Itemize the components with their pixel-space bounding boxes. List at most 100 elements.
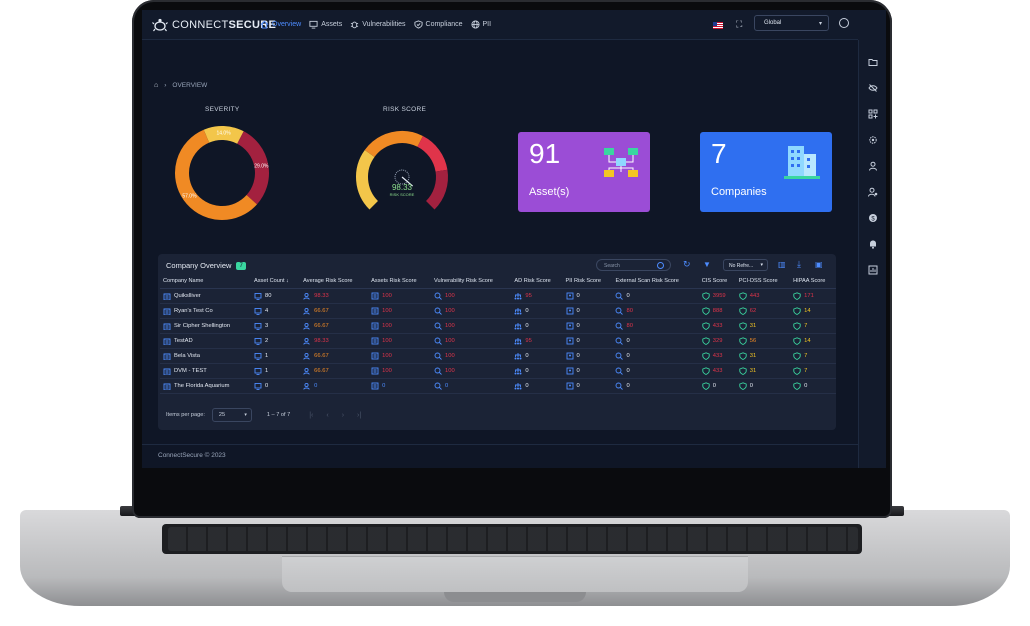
company-icon — [163, 383, 171, 390]
columns-icon[interactable]: ▥ — [778, 260, 787, 269]
company-name[interactable]: TestAD — [174, 338, 193, 344]
cis-score-icon — [702, 381, 710, 390]
filter-icon[interactable]: ▼ — [703, 260, 712, 269]
table-cell-avg: 0 — [300, 378, 369, 394]
ad-value: 95 — [525, 292, 532, 299]
hipaa-score-icon — [793, 306, 801, 315]
company-icon — [163, 338, 171, 345]
table-cell-pii: 0 — [562, 333, 613, 349]
cis-score-icon — [702, 336, 710, 345]
apps-add-icon[interactable] — [868, 106, 878, 119]
company-name[interactable]: Ryan's Test Co — [174, 308, 213, 314]
nav-assets[interactable]: Assets — [309, 20, 342, 29]
table-row[interactable]: DVM - TEST 1 66.67 100 100 0 0 0 433 31 7 — [160, 363, 836, 379]
ad-score-icon — [514, 352, 522, 359]
table-cell-assets: 100 — [368, 363, 432, 379]
severity-title: SEVERITY — [205, 106, 240, 113]
assets-value: 100 — [382, 322, 392, 329]
column-header[interactable]: Vulnerability Risk Score — [431, 274, 512, 289]
pci-score-icon — [739, 336, 747, 345]
auto-refresh-select[interactable]: No Refre... ▾ — [723, 259, 768, 271]
hidden-eye-icon[interactable] — [868, 80, 878, 92]
table-row[interactable]: TestAD 2 98.33 100 100 95 0 0 329 56 14 — [160, 333, 836, 349]
asset_count-score-icon — [254, 337, 262, 345]
table-row[interactable]: Quikslliver 80 98.33 100 100 95 0 0 3959 443 171 — [160, 288, 836, 304]
gauge-band — [417, 136, 448, 172]
reports-chart-icon[interactable] — [868, 262, 878, 275]
page-size-select[interactable]: 25 ▾ — [211, 408, 252, 422]
column-header[interactable]: Average Risk Score — [300, 274, 369, 289]
company-name[interactable]: Quikslliver — [174, 293, 201, 299]
vuln-value: 100 — [445, 307, 455, 314]
fullscreen-icon[interactable]: ⛶ — [736, 20, 745, 29]
nav-compliance[interactable]: Compliance — [413, 20, 463, 29]
pci-value: 31 — [749, 367, 757, 374]
next-page-button[interactable]: › — [342, 412, 344, 419]
folder-icon[interactable] — [868, 54, 878, 66]
nav-overview-label: Overview — [272, 21, 302, 28]
settings-cog-icon[interactable] — [868, 132, 878, 144]
laptop-trackpad — [282, 556, 748, 592]
column-header[interactable]: Company Name — [160, 274, 252, 289]
nav-overview[interactable]: Overview — [260, 20, 301, 29]
vuln-score-icon — [434, 292, 442, 300]
severity-slice-label: 57.0% — [182, 194, 197, 200]
pii-value: 0 — [576, 322, 580, 329]
ad-score-icon — [514, 322, 522, 329]
column-header[interactable]: External Scan Risk Score — [612, 274, 699, 289]
table-cell-name: Bela Vista — [160, 348, 252, 364]
user-account-icon[interactable] — [839, 18, 849, 28]
column-header[interactable]: PCI-DSS Score — [735, 274, 791, 289]
company-name[interactable]: DVM - TEST — [174, 368, 207, 374]
user-settings-icon[interactable] — [868, 184, 878, 197]
nav-assets-label: Assets — [321, 21, 343, 28]
save-icon[interactable]: ▣ — [815, 260, 824, 269]
vuln-value: 100 — [445, 352, 455, 359]
company-name[interactable]: The Florida Aquarium — [174, 383, 229, 389]
company-name[interactable]: Sir Cipher Shellington — [174, 323, 230, 329]
breadcrumb: ⌂ › OVERVIEW — [154, 82, 207, 89]
last-page-button[interactable]: ›| — [357, 412, 361, 419]
column-header[interactable]: HIPAA Score — [790, 274, 836, 289]
previous-page-button[interactable]: ‹ — [326, 412, 328, 419]
ext-value: 0 — [626, 337, 630, 344]
pci-score-icon — [739, 381, 747, 390]
table-cell-name: Quikslliver — [160, 288, 252, 304]
refresh-icon[interactable]: ↻ — [683, 260, 692, 269]
table-row[interactable]: Bela Vista 1 66.67 100 100 0 0 0 433 31 7 — [160, 348, 836, 364]
assets-summary-card[interactable]: 91 Asset(s) — [518, 132, 650, 212]
column-header[interactable]: AD Risk Score — [511, 274, 563, 289]
column-header[interactable]: CIS Score — [698, 274, 736, 289]
brand-name-first: CONNECT — [172, 19, 229, 31]
table-row[interactable]: The Florida Aquarium 0 0 0 0 0 0 0 0 0 0 — [160, 378, 836, 394]
table-cell-avg: 66.67 — [300, 363, 369, 379]
billing-icon[interactable]: $ — [868, 210, 878, 222]
vuln-value: 100 — [445, 322, 455, 329]
nav-pii[interactable]: PII — [470, 20, 491, 29]
cis-value: 433 — [712, 367, 723, 374]
home-icon[interactable]: ⌂ — [154, 82, 158, 89]
column-header[interactable]: PII Risk Score — [562, 274, 613, 289]
column-header[interactable]: Asset Count ↓ — [251, 274, 301, 289]
severity-slice[interactable] — [175, 129, 257, 220]
table-search-input[interactable]: Search — [596, 259, 671, 271]
column-header[interactable]: Assets Risk Score — [368, 274, 432, 289]
first-page-button[interactable]: |‹ — [309, 412, 313, 419]
nav-vulnerabilities[interactable]: Vulnerabilities — [350, 20, 406, 29]
download-icon[interactable]: ⤓ — [797, 260, 806, 269]
asset-count-value: 1 — [265, 352, 269, 359]
table-cell-assets: 0 — [368, 378, 432, 394]
notification-bell-icon[interactable] — [868, 236, 878, 249]
us-flag-icon[interactable] — [713, 22, 723, 29]
table-row[interactable]: Sir Cipher Shellington 3 66.67 100 100 0 0 80 43… — [160, 318, 836, 334]
table-cell-pii: 0 — [562, 378, 613, 394]
assets-value: 100 — [382, 307, 392, 314]
table-row[interactable]: Ryan's Test Co 4 66.67 100 100 0 0 80 888 62 14 — [160, 303, 836, 319]
scope-select[interactable]: Global ▾ — [754, 15, 829, 31]
brand-logo[interactable]: CONNECT SECURE — [152, 18, 276, 32]
assets-score-icon — [371, 382, 379, 389]
asset-count-value: 2 — [265, 337, 269, 344]
company-name[interactable]: Bela Vista — [174, 353, 200, 359]
user-icon[interactable] — [868, 158, 878, 171]
companies-summary-card[interactable]: 7 Companies — [700, 132, 832, 212]
